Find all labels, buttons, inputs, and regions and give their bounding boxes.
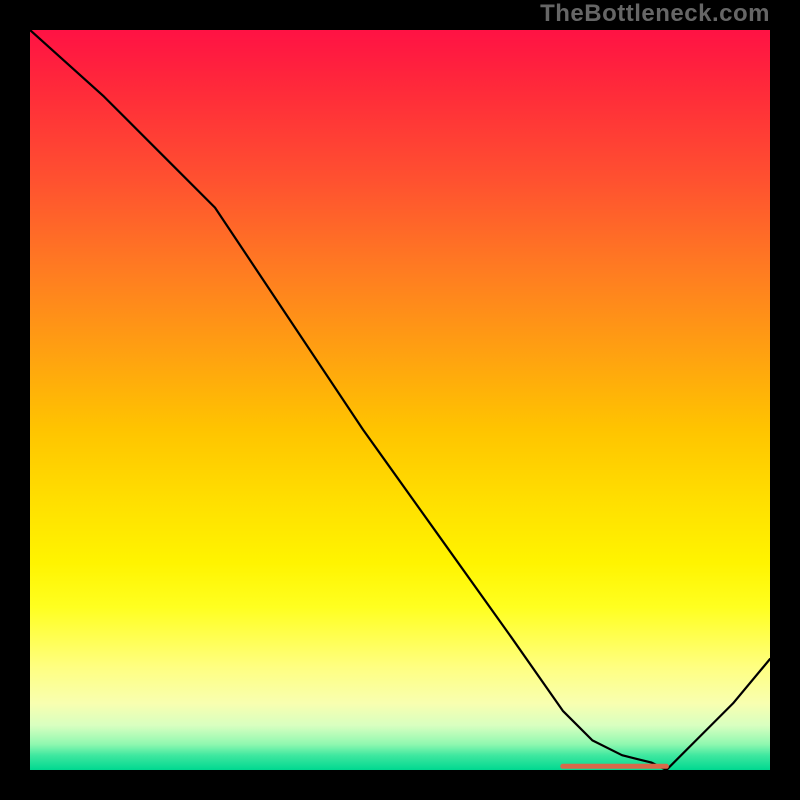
- chart-container: TheBottleneck.com: [0, 0, 800, 800]
- gradient-plot-area: [30, 30, 770, 770]
- watermark-text: TheBottleneck.com: [540, 0, 770, 28]
